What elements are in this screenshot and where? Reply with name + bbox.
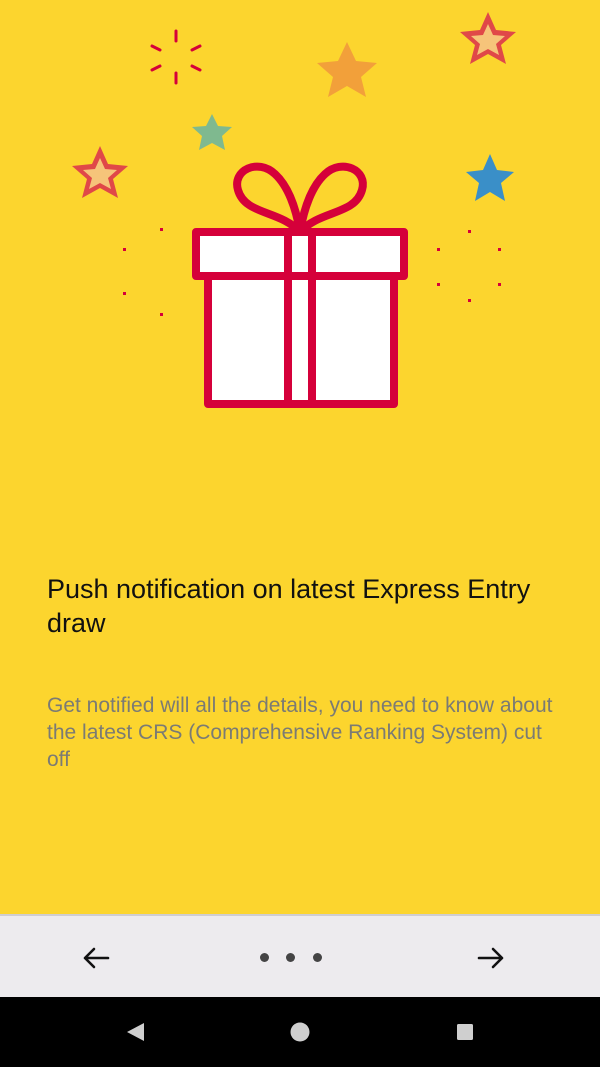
sparkle-icon bbox=[150, 29, 202, 85]
gift-box-icon bbox=[192, 162, 408, 408]
square-recents-icon bbox=[457, 1024, 473, 1040]
star-blue-icon bbox=[466, 154, 514, 201]
star-orange-icon bbox=[317, 42, 377, 97]
arrow-left-icon bbox=[83, 947, 110, 969]
page-indicator bbox=[255, 953, 327, 963]
system-back-button[interactable] bbox=[122, 1019, 148, 1045]
onboarding-navigation-bar bbox=[0, 914, 600, 997]
star-red-icon-top-right bbox=[460, 12, 516, 64]
gift-illustration bbox=[72, 12, 516, 408]
page-dot-2[interactable] bbox=[286, 953, 295, 962]
onboarding-description: Get notified will all the details, you n… bbox=[47, 694, 553, 771]
next-button[interactable] bbox=[471, 938, 511, 978]
page-dot-3[interactable] bbox=[313, 953, 322, 962]
star-green-icon bbox=[192, 114, 232, 150]
system-navigation-bar bbox=[0, 997, 600, 1067]
onboarding-title: Push notification on latest Express Entr… bbox=[47, 574, 531, 638]
arrow-right-icon bbox=[477, 947, 504, 969]
star-red-icon-left bbox=[72, 146, 128, 198]
triangle-back-icon bbox=[127, 1023, 144, 1041]
previous-button[interactable] bbox=[76, 938, 116, 978]
system-home-button[interactable] bbox=[287, 1019, 313, 1045]
page-dot-1[interactable] bbox=[260, 953, 269, 962]
onboarding-screen: Push notification on latest Express Entr… bbox=[0, 0, 600, 914]
circle-home-icon bbox=[290, 1022, 310, 1042]
system-recents-button[interactable] bbox=[452, 1019, 478, 1045]
